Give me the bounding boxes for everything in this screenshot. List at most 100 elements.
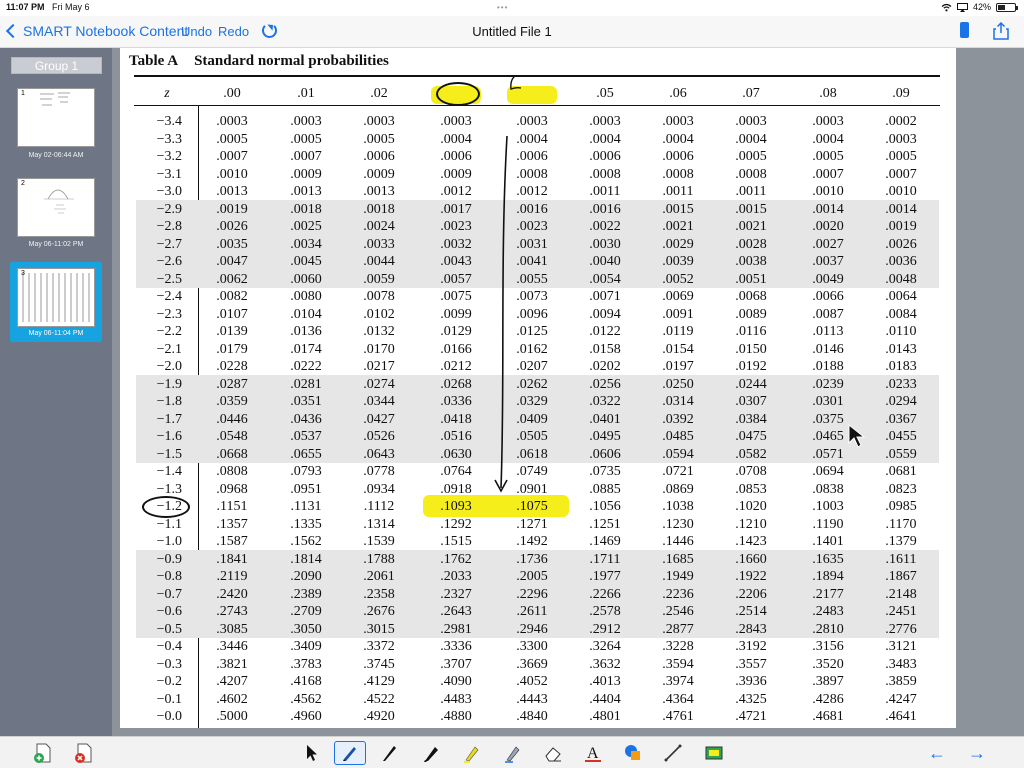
refresh-icon[interactable] [262,23,277,38]
probability-cell: .0003 [589,114,621,129]
page-date-3: May 06-11:04 PM [28,330,84,337]
probability-cell: .0035 [216,236,248,252]
z-value-cell: −1.5 [156,446,182,462]
probability-cell: .1292 [440,516,472,532]
probability-cell: .0793 [290,464,322,479]
table-row: −0.5 .3085 .3050 .3015 .2981 .2946 .2912 .2877.… [120,621,956,639]
marker-icon[interactable] [420,742,442,764]
probability-cell: .0016 [589,201,621,217]
probability-cell: .0066 [812,289,844,304]
fill-tool-icon[interactable] [703,742,725,764]
back-button[interactable]: SMART Notebook Content [5,23,188,39]
probability-cell: .1003 [812,499,844,514]
probability-cell: .3594 [662,656,694,672]
probability-cell: .3121 [885,639,917,654]
probability-cell: .0102 [363,306,395,322]
multitasking-dots-icon[interactable]: ••• [497,3,508,12]
probability-cell: .0968 [216,481,248,497]
probability-cell: .0045 [290,254,322,269]
probability-cell: .2206 [735,586,767,602]
notebook-page[interactable]: Table A Standard normal probabilities z .… [120,48,956,728]
page-thumbnail-3[interactable]: 3 [17,268,95,327]
probability-cell: .0036 [885,254,917,269]
redo-button[interactable]: Redo [218,24,249,39]
pen-tool-button[interactable] [334,741,366,765]
probability-cell: .1635 [812,551,844,567]
probability-cell: .0049 [812,271,844,287]
magic-pen-icon[interactable] [501,742,523,764]
group-tab[interactable]: Group 1 [11,57,102,74]
screen-mirroring-icon [956,2,968,12]
table-row: −0.6 .2743 .2709 .2676 .2643 .2611 .2578 .2546.… [120,603,956,621]
probability-cell: .2643 [440,604,472,619]
page-thumbnail-2[interactable]: 2 [17,178,95,237]
probability-cell: .0084 [885,306,917,322]
previous-page-arrow-icon[interactable]: ← [928,744,946,762]
status-date: Fri May 6 [52,2,90,12]
z-value-cell: −0.4 [156,639,182,654]
undo-button[interactable]: Undo [181,24,212,39]
text-tool-icon[interactable]: A [582,742,604,764]
probability-cell: .2483 [812,604,844,619]
probability-cell: .0197 [662,359,694,374]
z-value-cell: −3.4 [156,114,182,129]
ink-tick-mark[interactable] [502,70,532,92]
probability-cell: .0010 [812,184,844,199]
delete-page-icon[interactable] [73,742,95,764]
probability-cell: .0344 [363,394,395,409]
probability-cell: .0011 [589,184,621,199]
probability-cell: .4801 [589,709,621,724]
z-value-cell: −2.6 [156,254,182,269]
probability-cell: .0630 [440,446,472,462]
next-page-arrow-icon[interactable]: → [968,744,986,762]
ink-circle-row-minus-1-2[interactable] [142,496,190,518]
svg-text:A: A [587,745,599,762]
ink-arrow-down[interactable] [480,108,520,498]
table-row: −2.7.0035.0034.0033.0032.0031.0030.0029.… [120,236,956,254]
probability-cell: .0668 [216,446,248,462]
probability-cell: .2327 [440,586,472,602]
probability-cell: .0019 [885,219,917,234]
shapes-icon[interactable] [622,742,644,764]
probability-cell: .0113 [812,324,844,339]
line-tool-icon[interactable] [662,742,684,764]
probability-cell: .0174 [290,341,322,357]
highlighter-icon[interactable] [460,742,482,764]
z-value-cell: −1.8 [156,394,182,409]
probability-cell: .0122 [589,324,621,339]
probability-cell: .0020 [812,219,844,234]
device-icon[interactable] [960,22,969,38]
status-right: 42% [941,2,1018,12]
table-row: −0.0 .5000 .4960 .4920 .4880 .4840 .4801 .4761.… [120,708,956,726]
probability-cell: .0003 [812,114,844,129]
probability-cell: .0082 [216,289,248,304]
probability-cell: .0166 [440,341,472,357]
add-page-icon[interactable] [32,742,54,764]
whiteboard-canvas[interactable]: Table A Standard normal probabilities z .… [112,48,1024,736]
share-icon[interactable] [993,22,1009,40]
probability-cell: .3783 [290,656,322,672]
probability-cell: .4404 [589,691,621,707]
z-value-cell: −2.4 [156,289,182,304]
probability-cell: .0011 [662,184,694,199]
probability-cell: .3859 [885,674,917,689]
ink-circle-col-03[interactable] [436,82,480,106]
probability-cell: .0281 [290,376,322,392]
probability-cell: .2420 [216,586,248,602]
probability-cell: .0080 [290,289,322,304]
eraser-icon[interactable] [542,742,564,764]
probability-cell: .0526 [363,429,395,444]
calligraphy-pen-icon[interactable] [378,742,400,764]
probability-cell: .1038 [662,499,694,514]
probability-cell: .0359 [216,394,248,409]
probability-cell: .0005 [216,131,248,147]
table-label: Table A [129,53,179,69]
select-tool-icon[interactable] [300,742,322,764]
table-row: −0.7 .2420 .2389 .2358 .2327 .2296 .2266 .2236.… [120,586,956,604]
table-row: −2.5.0062.0060.0059.0057.0055.0054.0052.… [120,271,956,289]
probability-cell: .0034 [290,236,322,252]
probability-cell: .0027 [812,236,844,252]
probability-cell: .4562 [290,691,322,707]
probability-cell: .4880 [440,709,472,724]
page-thumbnail-1[interactable]: 1 [17,88,95,147]
